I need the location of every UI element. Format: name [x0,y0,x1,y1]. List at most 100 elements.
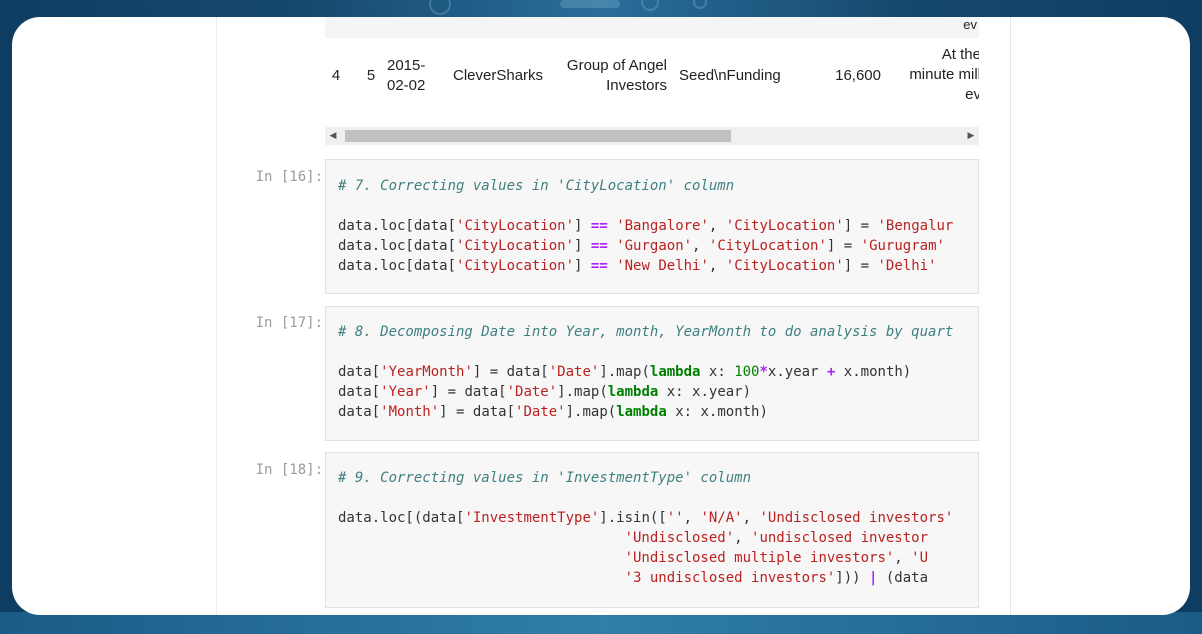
code-token: , [708,218,726,234]
code-token: , [708,258,726,274]
code-token: 'N/A' [700,510,743,526]
code-token: data.loc[data[ [338,218,457,234]
code-line: data['Year'] = data['Date'].map(lambda x… [338,382,953,402]
code-token: 'undisclosed investor [751,530,929,546]
code-token: 'U [911,550,929,566]
cell-date: 2015- 02-02 [387,56,437,96]
code-line: 'Undisclosed multiple investors', 'U [338,548,953,568]
code-line: data['YearMonth'] = data['Date'].map(lam… [338,362,953,382]
scroll-right-icon[interactable]: ▶ [963,127,979,145]
code-line: data['Month'] = data['Date'].map(lambda … [338,402,953,422]
code-token: # 9. Correcting values in 'InvestmentTyp… [338,470,752,486]
code-line: # 8. Decomposing Date into Year, month, … [338,322,953,342]
code-line: # 9. Correcting values in 'InvestmentTyp… [338,468,953,488]
code-editor[interactable]: # 8. Decomposing Date into Year, month, … [338,322,953,422]
code-token: x: [700,364,735,380]
code-token: '' [666,510,684,526]
code-token: data.loc[data[ [338,258,457,274]
code-token: 'Bangalore' [616,218,709,234]
code-token: lambda [616,404,667,420]
code-token: == [590,218,608,234]
cell-index: 4 [331,67,341,84]
cell-prompt: In [16]: [255,169,323,185]
content-card: ev 4 5 2015- 02-02 CleverSharks Group of… [12,17,1190,615]
table-row: ev [325,17,979,38]
code-token: (data [877,570,929,586]
code-token: '3 undisclosed investors' [624,570,836,586]
horizontal-scrollbar[interactable]: ◀ ▶ [325,127,979,145]
output-dataframe: ev 4 5 2015- 02-02 CleverSharks Group of… [325,17,979,121]
cell-investors-line: Investors [606,77,667,94]
code-token: lambda [607,384,659,400]
scroll-left-icon[interactable]: ◀ [325,127,341,145]
code-token: 'Date' [515,404,566,420]
code-token: 'CityLocation' [456,218,575,234]
code-cell-18[interactable]: # 9. Correcting values in 'InvestmentTyp… [325,452,979,608]
code-token: ] [574,218,591,234]
scrollbar-thumb[interactable] [345,130,731,142]
code-token: lambda [649,364,701,380]
code-cell-16[interactable]: # 7. Correcting values in 'CityLocation'… [325,159,979,294]
cell-investors: Group of Angel Investors [555,56,667,96]
code-token: data[ [338,364,381,380]
cell-prompt: In [18]: [255,462,323,478]
cell-prompt: In [17]: [255,315,323,331]
code-line: data.loc[data['CityLocation'] == 'Gurgao… [338,236,953,256]
code-token: ].map( [557,384,608,400]
code-token: 'Date' [548,364,600,380]
code-token: 'CityLocation' [708,238,827,254]
code-token: ] [574,258,591,274]
code-token: ] = data[ [472,364,549,380]
code-token: x: x.month) [666,404,768,420]
cell-remarks: At the minute mill ev [897,45,979,105]
code-token: 'Year' [380,384,431,400]
code-token: # 7. Correcting values in 'CityLocation'… [338,178,735,194]
code-token: , [683,510,701,526]
code-token: 'Undisclosed' [624,530,735,546]
code-editor[interactable]: # 9. Correcting values in 'InvestmentTyp… [338,468,953,588]
code-line: data.loc[(data['InvestmentType'].isin(['… [338,508,953,528]
code-token: 'CityLocation' [456,258,575,274]
code-token: 'InvestmentType' [464,510,600,526]
code-line: 'Undisclosed', 'undisclosed investor [338,528,953,548]
code-line: # 7. Correcting values in 'CityLocation'… [338,176,953,196]
code-token: , [734,530,752,546]
code-token: 'Gurgaon' [616,238,693,254]
cell-sno: 5 [366,67,376,84]
code-cell-17[interactable]: # 8. Decomposing Date into Year, month, … [325,306,979,441]
code-token: 'Gurugram' [860,238,945,254]
code-token: ] = data[ [430,384,507,400]
cell-investors-line: Group of Angel [566,57,667,74]
code-token: ] [574,238,591,254]
code-token: 'Bengalur [877,218,954,234]
cell-investment-type: Seed\nFunding [679,67,781,84]
code-token: , [742,510,760,526]
code-token: 'Date' [506,384,558,400]
code-token: data.loc[(data[ [338,510,465,526]
code-token: data[ [338,384,381,400]
code-token: 'Month' [380,404,440,420]
code-token: , [692,238,709,254]
code-editor[interactable]: # 7. Correcting values in 'CityLocation'… [338,176,953,276]
code-token: , [894,550,912,566]
code-token: ] = [826,238,861,254]
code-token: 'Undisclosed investors' [759,510,954,526]
code-token: * [759,364,768,380]
code-token: ] = [843,218,878,234]
code-token: ] = [843,258,878,274]
cell-remarks-line: minute mill [909,66,979,83]
code-token: ].isin([ [599,510,667,526]
jupyter-notebook[interactable]: ev 4 5 2015- 02-02 CleverSharks Group of… [216,17,1011,615]
code-token: == [590,258,608,274]
code-token: ])) [835,570,870,586]
code-line: data.loc[data['CityLocation'] == 'New De… [338,256,953,276]
cell-amount: 16,600 [835,67,881,84]
